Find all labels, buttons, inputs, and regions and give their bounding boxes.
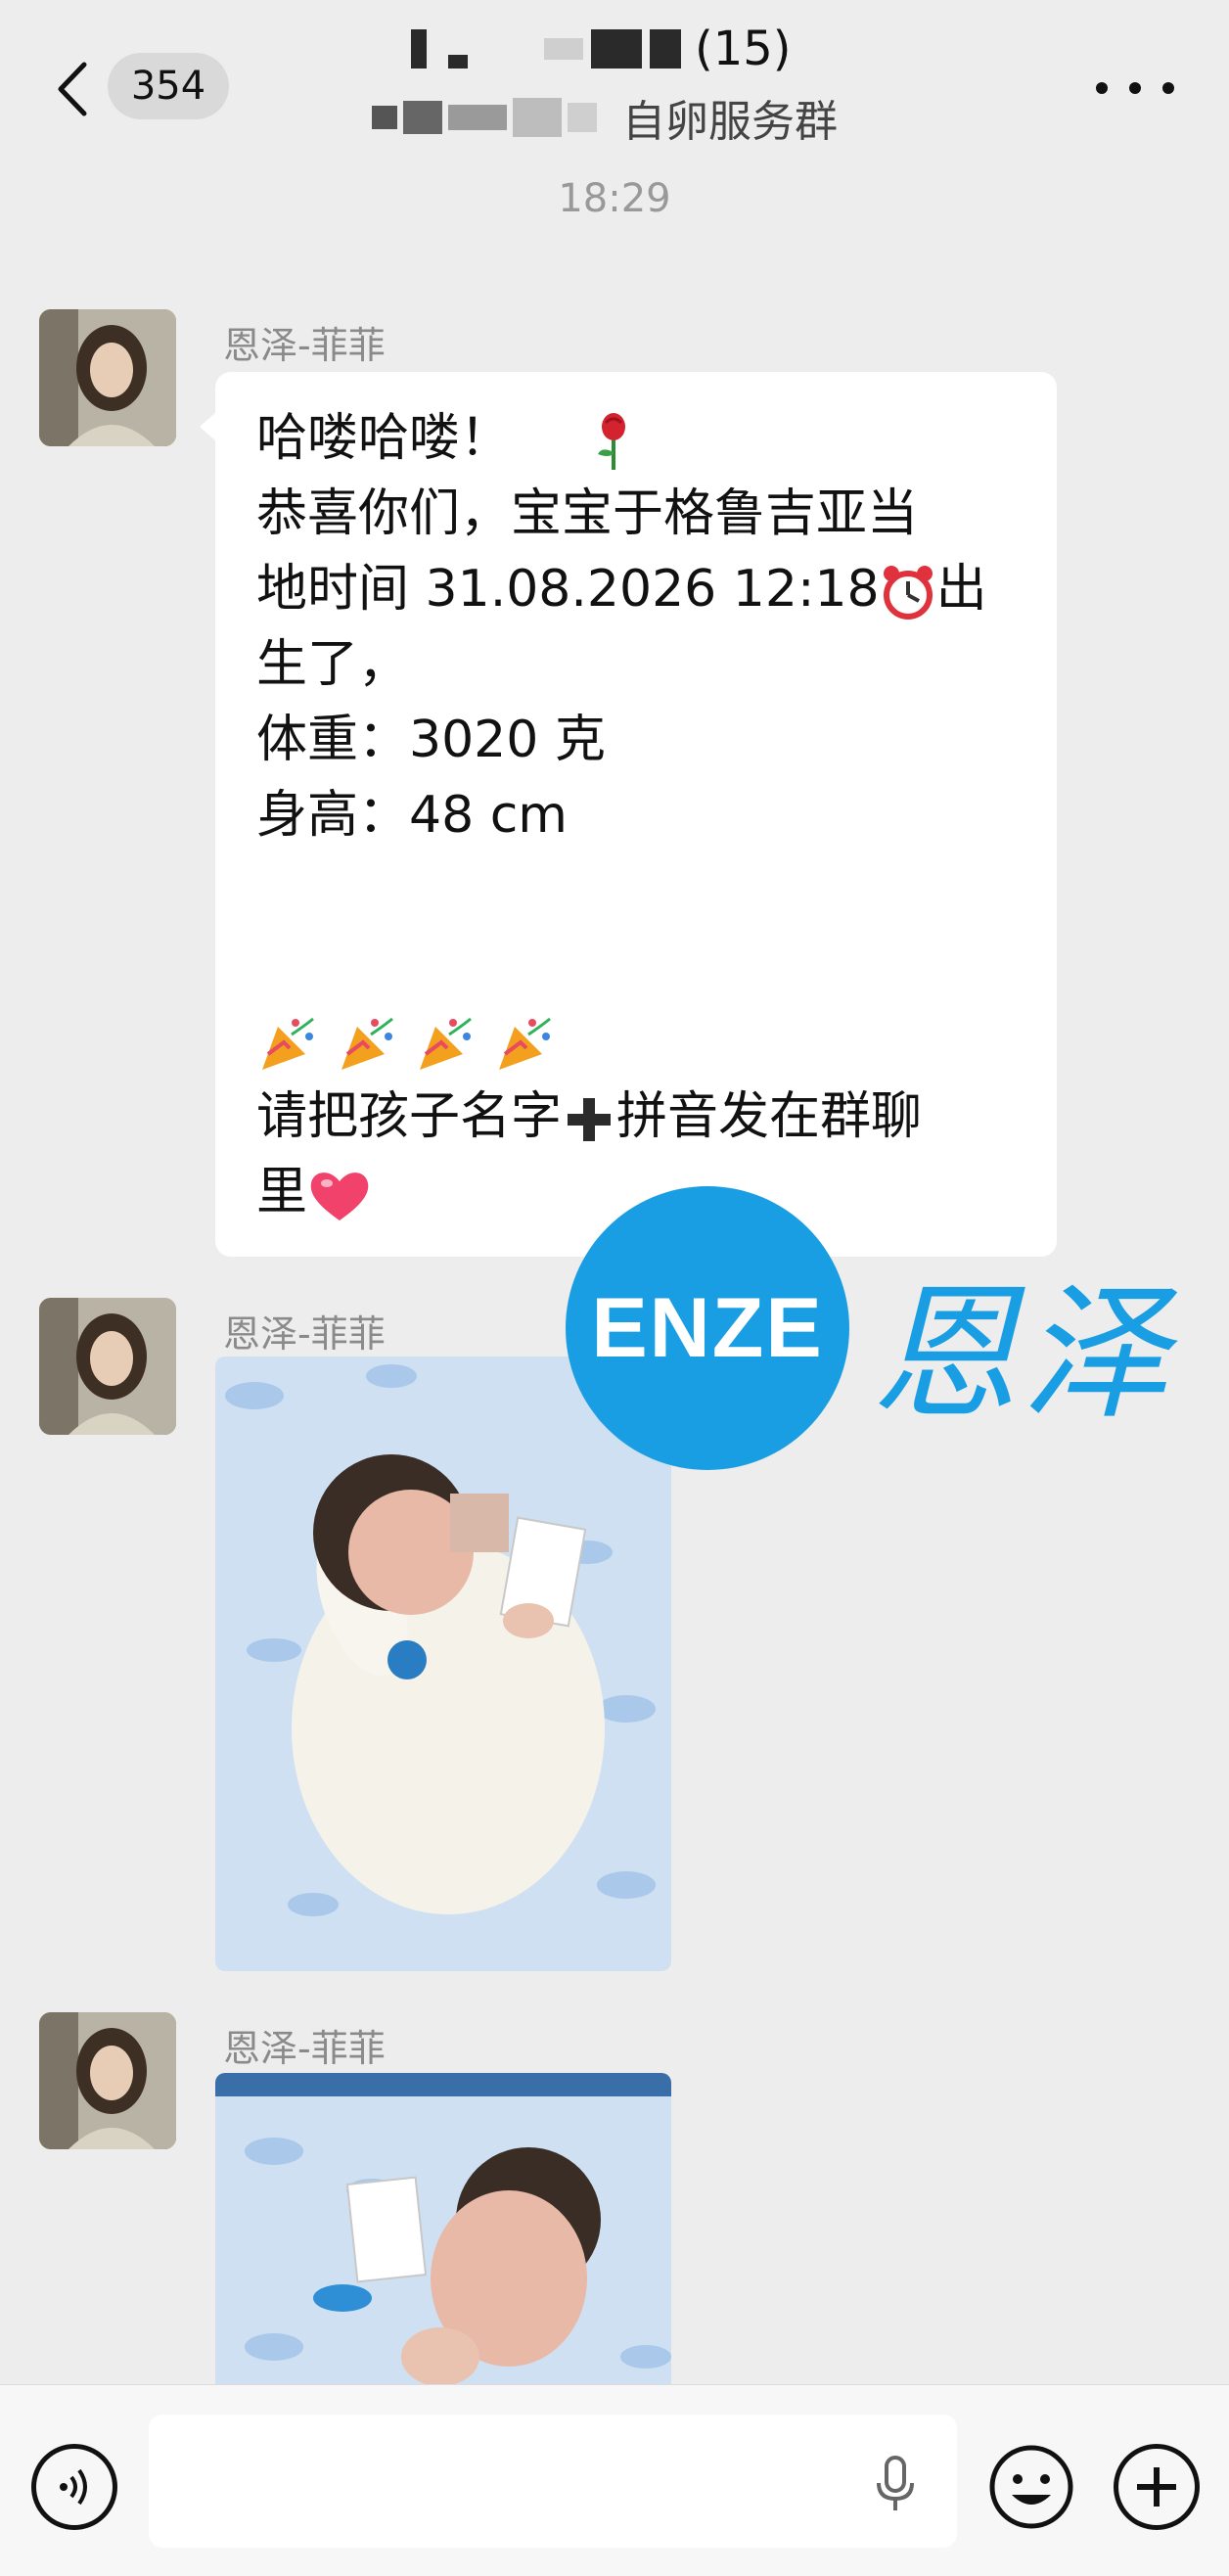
party-popper-icon [420, 1017, 472, 1070]
party-popper-icon [341, 1017, 393, 1070]
chat-timestamp: 18:29 [558, 176, 671, 221]
sender-name: 恩泽-菲菲 [223, 2027, 386, 2070]
user-avatar-icon [39, 309, 176, 446]
sender-name: 恩泽-菲菲 [223, 324, 386, 367]
redacted-block [411, 29, 427, 69]
more-button[interactable] [1096, 69, 1174, 108]
sender-name: 恩泽-菲菲 [223, 1312, 386, 1356]
user-avatar-icon [39, 1298, 176, 1435]
group-subtitle: 自卵服务群 [372, 88, 838, 147]
message-line: 地时间 31.08.2026 12:18 出 [256, 552, 1016, 627]
message-line: 体重：3020 克 [256, 703, 1016, 778]
message-text: 请把孩子名字 [256, 1087, 563, 1146]
group-title: (15) [411, 20, 792, 78]
chat-header: 354 (15) 自卵服务群 [0, 0, 1229, 166]
message-line: 生了， [256, 627, 1016, 703]
voice-wave-icon [60, 2468, 87, 2506]
message-input[interactable] [149, 2415, 957, 2548]
image-message[interactable] [215, 1357, 671, 1971]
redacted-block [448, 105, 507, 130]
text-message-bubble[interactable]: 哈喽哈喽！ 恭喜你们，宝宝于格鲁吉亚当 地时间 31.08.2026 12:18… [200, 372, 1057, 1257]
alarm-clock-icon [883, 566, 933, 620]
emoji-button[interactable] [988, 2444, 1074, 2530]
party-popper-icon [498, 1017, 551, 1070]
message-text: 里 [256, 1163, 308, 1221]
message-text: 拼音发在群聊 [616, 1087, 923, 1146]
redacted-block [650, 29, 681, 69]
message-line: 请把孩子名字 拼音发在群聊 [256, 1080, 1016, 1155]
microphone-icon[interactable] [871, 2454, 920, 2514]
rose-icon [597, 413, 625, 470]
avatar[interactable] [39, 2012, 176, 2149]
party-popper-icon [262, 1017, 314, 1070]
member-count: (15) [695, 22, 792, 76]
enze-brand-text: 恩泽 [871, 1269, 1173, 1440]
redacted-block [448, 55, 468, 69]
voice-toggle-button[interactable] [31, 2444, 117, 2530]
back-button[interactable] [51, 55, 96, 123]
redacted-block [568, 103, 597, 132]
more-dot [1129, 82, 1141, 94]
newborn-photo [215, 1357, 671, 1971]
redacted-block [591, 29, 642, 69]
message-text: 体重：3020 克 [256, 711, 606, 769]
redacted-block [372, 106, 397, 129]
group-name: 自卵服务群 [622, 97, 838, 147]
message-text: 身高：48 cm [256, 786, 568, 845]
message-text: 生了， [256, 635, 410, 694]
more-dots-icon [1096, 82, 1108, 94]
message-line: 身高：48 cm [256, 778, 1016, 853]
newborn-photo [215, 2073, 671, 2384]
chat-screen: 354 (15) 自卵服务群 18:29 恩泽-菲菲 哈喽哈喽！ 恭喜你们，宝宝… [0, 0, 1229, 2576]
unread-count-badge[interactable]: 354 [108, 53, 229, 119]
avatar[interactable] [39, 309, 176, 446]
message-text: 恭喜你们，宝宝于格鲁吉亚当 [256, 484, 919, 543]
message-line [256, 1004, 1016, 1080]
avatar[interactable] [39, 1298, 176, 1435]
message-text: 哈喽哈喽！ [256, 409, 512, 468]
redacted-block [513, 98, 562, 137]
message-line: 哈喽哈喽！ [256, 401, 1016, 477]
redacted-block [403, 101, 442, 134]
input-bar [0, 2384, 1229, 2576]
redacted-block [544, 38, 583, 60]
enze-logo: ENZE [566, 1186, 849, 1470]
message-line [256, 853, 1016, 929]
add-attachment-button[interactable] [1114, 2444, 1200, 2530]
message-line [256, 929, 1016, 1004]
image-message[interactable] [215, 2073, 671, 2384]
message-line: 恭喜你们，宝宝于格鲁吉亚当 [256, 477, 1016, 552]
chevron-left-icon [58, 62, 87, 116]
heart-icon [310, 1173, 369, 1220]
message-text: 出 [935, 560, 987, 619]
user-avatar-icon [39, 2012, 176, 2149]
plus-sign-icon [568, 1098, 612, 1141]
more-dot [1162, 82, 1174, 94]
message-text: 地时间 31.08.2026 12:18 [256, 560, 880, 619]
